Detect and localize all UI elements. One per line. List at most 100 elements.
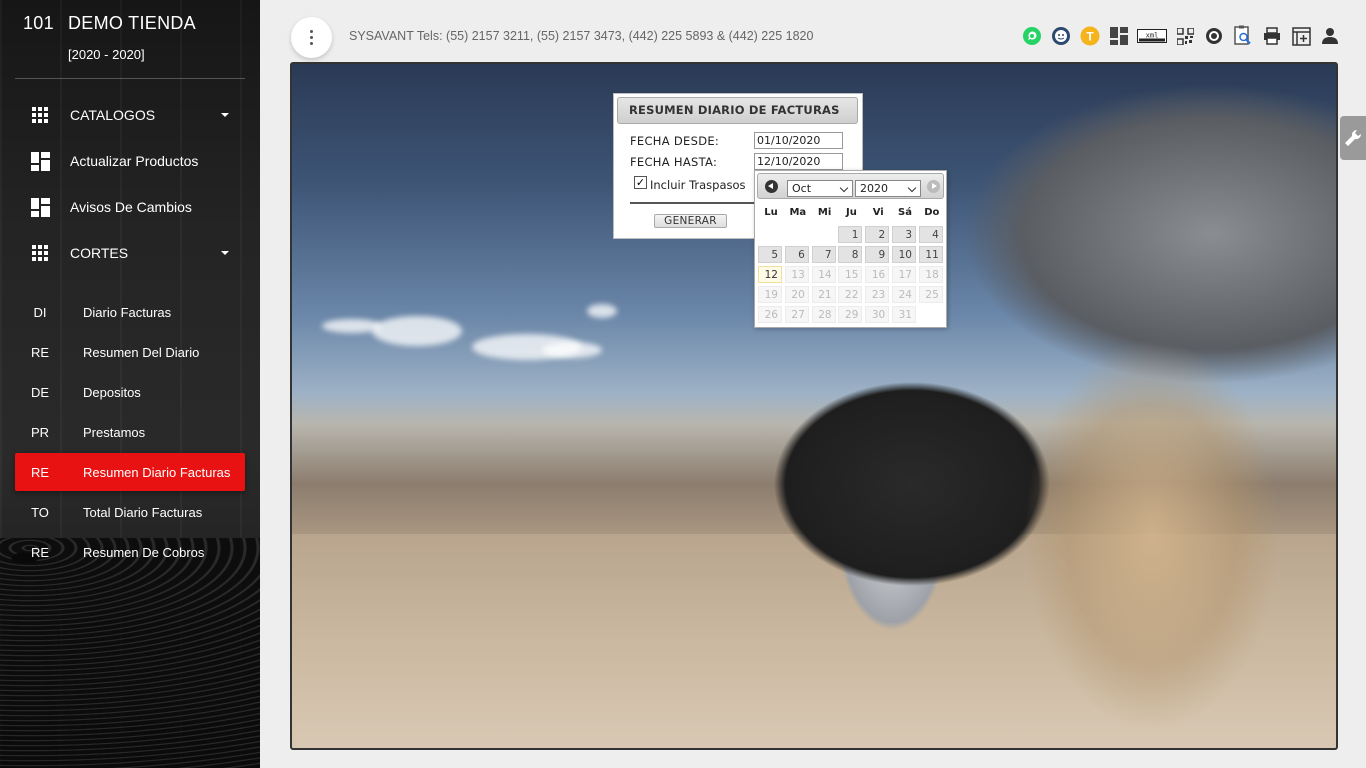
day-of-week-label: Sá [898, 207, 912, 218]
caret-down-icon [221, 113, 229, 117]
sidebar-item-label: CATALOGOS [70, 107, 156, 123]
sidebar-item-actualizar-productos[interactable]: Actualizar Productos [15, 141, 245, 181]
fecha-desde-input[interactable] [754, 132, 843, 149]
subitem-abbr: RE [30, 544, 50, 560]
sidebar-subitem-prestamos[interactable]: PR Prestamos [15, 413, 245, 451]
fecha-hasta-label: FECHA HASTA: [630, 155, 718, 169]
day-of-week-label: Do [924, 207, 940, 218]
day-of-week-label: Ju [845, 207, 857, 218]
sidebar-item-cortes[interactable]: CORTES [15, 233, 245, 273]
add-window-icon[interactable] [1290, 25, 1312, 47]
whatsapp-icon[interactable] [1021, 25, 1043, 47]
datepicker-header: Oct 2020 [757, 173, 944, 199]
calendar-day[interactable]: 3 [892, 226, 916, 243]
sidebar-item-label: CORTES [70, 245, 129, 261]
calendar-day: 22 [838, 286, 863, 303]
sidebar-subitem-diario-facturas[interactable]: DI Diario Facturas [15, 293, 245, 331]
calendar-day[interactable]: 6 [784, 246, 809, 263]
calendar-day: 24 [892, 286, 916, 303]
sidebar-item-label: Actualizar Productos [70, 153, 199, 169]
calendar-day: 28 [811, 306, 836, 323]
generar-button[interactable]: GENERAR [654, 214, 727, 228]
sidebar-item-catalogos[interactable]: CATALOGOS [15, 95, 245, 135]
dashboard-icon[interactable] [1108, 25, 1130, 47]
print-icon[interactable] [1261, 25, 1283, 47]
sidebar-subitem-resumen-del-diario[interactable]: RE Resumen Del Diario [15, 333, 245, 371]
subitem-label: Diario Facturas [83, 304, 172, 320]
calendar-day[interactable]: 12 [758, 266, 782, 283]
sidebar-subitem-resumen-de-cobros[interactable]: RE Resumen De Cobros [15, 533, 245, 571]
month-select[interactable]: Oct [787, 180, 853, 197]
grid-icon [20, 107, 60, 123]
calendar-day: 31 [892, 306, 916, 323]
caret-down-icon [221, 251, 229, 255]
calendar-day: 21 [811, 286, 836, 303]
search-document-icon[interactable] [1232, 25, 1254, 47]
calendar-day: 14 [811, 266, 836, 283]
subitem-label: Resumen De Cobros [83, 544, 205, 560]
t-badge-icon[interactable]: T [1079, 25, 1101, 47]
calendar-day[interactable]: 9 [865, 246, 890, 263]
year-select[interactable]: 2020 [855, 180, 921, 197]
prev-month-icon[interactable] [765, 180, 778, 193]
dialog-title: RESUMEN DIARIO DE FACTURAS [617, 97, 858, 124]
calendar-day[interactable]: 7 [811, 246, 836, 263]
calendar-day: 20 [784, 286, 809, 303]
dashboard-icon [20, 151, 60, 171]
settings-wheel-icon[interactable] [1203, 25, 1225, 47]
day-of-week-label: Ma [789, 207, 807, 218]
dialog-separator [630, 202, 755, 204]
support-agent-icon[interactable] [1050, 25, 1072, 47]
sidebar-subitem-depositos[interactable]: DE Depositos [15, 373, 245, 411]
more-options-button[interactable] [291, 17, 332, 58]
sidebar-subitem-total-diario-facturas[interactable]: TO Total Diario Facturas [15, 493, 245, 531]
calendar-day: 18 [918, 266, 943, 283]
calendar-day: 16 [865, 266, 890, 283]
xml-icon[interactable]: xml [1137, 25, 1167, 47]
calendar-day: 19 [758, 286, 782, 303]
subitem-label: Resumen Del Diario [83, 344, 200, 360]
wrench-icon [1345, 129, 1362, 146]
sidebar-subitem-resumen-diario-facturas[interactable]: RE Resumen Diario Facturas [15, 453, 245, 491]
sidebar-item-avisos-de-cambios[interactable]: Avisos De Cambios [15, 187, 245, 227]
day-of-week-label: Mi [817, 207, 832, 218]
subitem-abbr: PR [30, 424, 50, 440]
datepicker: Oct 2020 Lu Ma Mi Ju Vi Sá Do 1 2 3 4 5 6 7 8 9 10 11 12 13… [754, 170, 947, 328]
qr-code-icon[interactable] [1174, 25, 1196, 47]
t-badge-letter: T [1086, 30, 1094, 44]
settings-drawer-handle[interactable] [1340, 116, 1366, 160]
grid-icon [20, 245, 60, 261]
calendar-day[interactable]: 5 [758, 246, 782, 263]
subitem-abbr: RE [30, 464, 50, 480]
calendar-day: 26 [758, 306, 782, 323]
calendar-day[interactable]: 8 [838, 246, 863, 263]
calendar-day: 23 [865, 286, 890, 303]
more-vert-icon [310, 30, 313, 33]
incluir-traspasos-label: Incluir Traspasos [650, 178, 746, 192]
calendar-day: 25 [918, 286, 943, 303]
next-month-icon[interactable] [927, 180, 940, 193]
calendar-day[interactable]: 11 [918, 246, 943, 263]
calendar-day[interactable]: 10 [892, 246, 916, 263]
day-of-week-label: Vi [872, 207, 884, 218]
sidebar-divider [15, 78, 245, 79]
store-brand: 101 DEMO TIENDA [23, 13, 196, 34]
subitem-label: Depositos [83, 384, 141, 400]
contact-info: SYSAVANT Tels: (55) 2157 3211, (55) 2157… [349, 29, 814, 43]
incluir-traspasos-checkbox[interactable]: ✓ [634, 176, 647, 189]
store-years: [2020 - 2020] [68, 47, 145, 62]
xml-text: xml [1146, 32, 1159, 40]
subitem-label: Prestamos [83, 424, 146, 440]
fecha-hasta-input[interactable] [754, 153, 843, 170]
fecha-desde-label: FECHA DESDE: [630, 134, 720, 148]
user-icon[interactable] [1319, 25, 1341, 47]
store-number: 101 [23, 13, 54, 33]
calendar-day[interactable]: 4 [918, 226, 943, 243]
store-name: DEMO TIENDA [68, 13, 196, 33]
subitem-abbr: DE [30, 384, 50, 400]
calendar-day: 29 [838, 306, 863, 323]
subitem-label: Total Diario Facturas [83, 504, 203, 520]
subitem-abbr: RE [30, 344, 50, 360]
calendar-day[interactable]: 1 [838, 226, 863, 243]
calendar-day[interactable]: 2 [865, 226, 890, 243]
